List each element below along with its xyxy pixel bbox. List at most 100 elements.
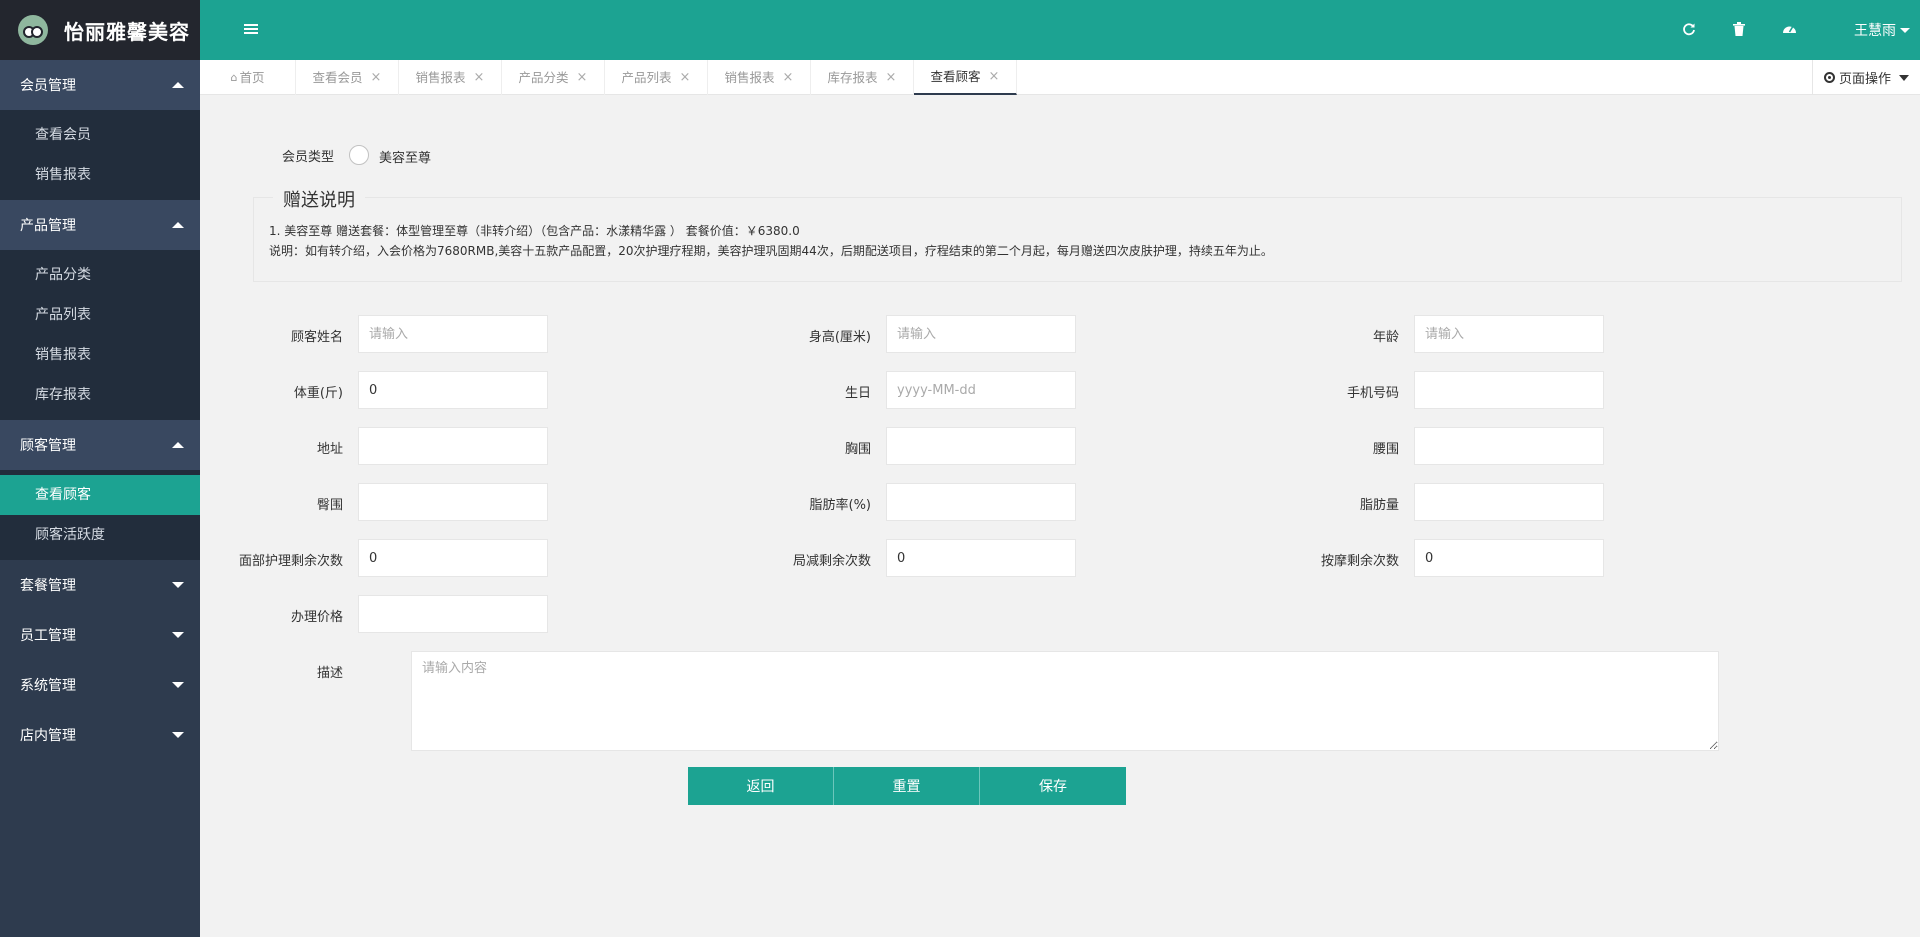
sidebar-item-product-sales-report[interactable]: 销售报表: [0, 335, 200, 375]
menu-group-system[interactable]: 系统管理: [0, 660, 200, 710]
logo-icon: [18, 15, 48, 45]
fat-rate-input[interactable]: [886, 483, 1076, 521]
member-type-label: 会员类型: [281, 150, 334, 165]
menu-group-label: 系统管理: [20, 678, 76, 694]
user-menu[interactable]: 王慧雨: [1854, 20, 1910, 40]
menu-group-product[interactable]: 产品管理: [0, 200, 200, 250]
reset-button[interactable]: 重置: [834, 767, 980, 805]
gift-line-1: 1. 美容至尊 赠送套餐：体型管理至尊（非转介绍）（包含产品：水漾精华露 ） 套…: [269, 224, 800, 238]
height-input[interactable]: [886, 315, 1076, 353]
menu-group-customer[interactable]: 顾客管理: [0, 420, 200, 470]
back-button[interactable]: 返回: [688, 767, 834, 805]
menu-group-package[interactable]: 套餐管理: [0, 560, 200, 610]
face-left-label: 面部护理剩余次数: [238, 554, 343, 569]
birthday-label: 生日: [844, 386, 871, 401]
sidebar-item-product-category[interactable]: 产品分类: [0, 255, 200, 295]
target-icon: [1823, 72, 1835, 83]
close-icon[interactable]: ×: [886, 61, 897, 95]
hip-input[interactable]: [358, 483, 548, 521]
desc-textarea[interactable]: [411, 651, 1719, 751]
local-left-label: 局减剩余次数: [792, 554, 871, 569]
menu-group-member[interactable]: 会员管理: [0, 60, 200, 110]
tab-label: 库存报表: [827, 69, 878, 85]
tab-view-customers[interactable]: 查看顾客 ×: [914, 60, 1017, 95]
member-type-radio[interactable]: [349, 145, 369, 165]
sidebar: 怡丽雅馨美容 会员管理 查看会员 销售报表 产品管理 产品分类 产品列表 销售报…: [0, 0, 200, 937]
page-operations-label: 页面操作: [1838, 72, 1891, 87]
home-icon: ⌂: [230, 70, 238, 84]
submenu-customer: 查看顾客 顾客活跃度: [0, 470, 200, 560]
tab-product-category[interactable]: 产品分类 ×: [502, 60, 605, 95]
top-header: 王慧雨: [200, 0, 1920, 60]
birthday-input[interactable]: [886, 371, 1076, 409]
age-input[interactable]: [1414, 315, 1604, 353]
menu-group-label: 员工管理: [20, 628, 76, 644]
chevron-up-icon: [172, 222, 184, 228]
waist-input[interactable]: [1414, 427, 1604, 465]
close-icon[interactable]: ×: [989, 60, 1000, 94]
tab-sales-report-2[interactable]: 销售报表 ×: [708, 60, 811, 95]
tab-product-list[interactable]: 产品列表 ×: [605, 60, 708, 95]
dashboard-icon[interactable]: [1782, 22, 1796, 36]
caret-down-icon: [1899, 74, 1909, 81]
price-input[interactable]: [358, 595, 548, 633]
chest-input[interactable]: [886, 427, 1076, 465]
face-left-input[interactable]: [358, 539, 548, 577]
tab-view-members[interactable]: 查看会员 ×: [296, 60, 399, 95]
tab-home[interactable]: ⌂ 首页: [200, 60, 296, 95]
weight-input[interactable]: [358, 371, 548, 409]
close-icon[interactable]: ×: [783, 61, 794, 95]
user-name: 王慧雨: [1854, 23, 1896, 39]
member-type-option-label: 美容至尊: [379, 151, 432, 166]
refresh-icon[interactable]: [1682, 22, 1696, 36]
sidebar-item-stock-report[interactable]: 库存报表: [0, 375, 200, 415]
logo: 怡丽雅馨美容: [0, 0, 200, 60]
sidebar-item-member-sales-report[interactable]: 销售报表: [0, 155, 200, 195]
gift-fieldset: [253, 197, 1902, 282]
menu-group-staff[interactable]: 员工管理: [0, 610, 200, 660]
massage-left-label: 按摩剩余次数: [1320, 554, 1399, 569]
sidebar-item-customer-activity[interactable]: 顾客活跃度: [0, 515, 200, 555]
close-icon[interactable]: ×: [577, 61, 588, 95]
save-button[interactable]: 保存: [980, 767, 1126, 805]
trash-icon[interactable]: [1732, 22, 1746, 36]
tab-label: 查看顾客: [930, 68, 981, 84]
name-label: 顾客姓名: [290, 330, 343, 345]
tab-label: 销售报表: [415, 69, 466, 85]
close-icon[interactable]: ×: [680, 61, 691, 95]
submenu-product: 产品分类 产品列表 销售报表 库存报表: [0, 250, 200, 420]
tab-label: 首页: [239, 69, 265, 85]
sidebar-item-view-members[interactable]: 查看会员: [0, 115, 200, 155]
waist-label: 腰围: [1372, 442, 1399, 457]
phone-input[interactable]: [1414, 371, 1604, 409]
menu-group-label: 产品管理: [20, 218, 76, 234]
menu-group-store[interactable]: 店内管理: [0, 710, 200, 760]
address-label: 地址: [316, 442, 343, 457]
sidebar-item-view-customers[interactable]: 查看顾客: [0, 475, 200, 515]
close-icon[interactable]: ×: [474, 61, 485, 95]
price-label: 办理价格: [290, 610, 343, 625]
tab-stock-report[interactable]: 库存报表 ×: [811, 60, 914, 95]
tab-label: 产品分类: [518, 69, 569, 85]
menu-group-label: 顾客管理: [20, 438, 76, 454]
close-icon[interactable]: ×: [371, 61, 382, 95]
tab-sales-report[interactable]: 销售报表 ×: [399, 60, 502, 95]
address-input[interactable]: [358, 427, 548, 465]
menu-group-label: 套餐管理: [20, 578, 76, 594]
name-input[interactable]: [358, 315, 548, 353]
age-label: 年龄: [1372, 330, 1399, 345]
local-left-input[interactable]: [886, 539, 1076, 577]
weight-label: 体重(斤): [293, 386, 343, 401]
phone-label: 手机号码: [1346, 386, 1399, 401]
caret-down-icon: [1900, 27, 1910, 33]
chevron-up-icon: [172, 442, 184, 448]
fat-amount-input[interactable]: [1414, 483, 1604, 521]
sidebar-item-product-list[interactable]: 产品列表: [0, 295, 200, 335]
main-content: 会员类型 美容至尊 赠送说明 1. 美容至尊 赠送套餐：体型管理至尊（非转介绍）…: [200, 96, 1920, 937]
menu-toggle-icon[interactable]: [244, 24, 258, 35]
chevron-up-icon: [172, 82, 184, 88]
tab-label: 查看会员: [312, 69, 363, 85]
massage-left-input[interactable]: [1414, 539, 1604, 577]
desc-label: 描述: [316, 666, 343, 681]
page-operations-menu[interactable]: 页面操作: [1812, 60, 1920, 95]
